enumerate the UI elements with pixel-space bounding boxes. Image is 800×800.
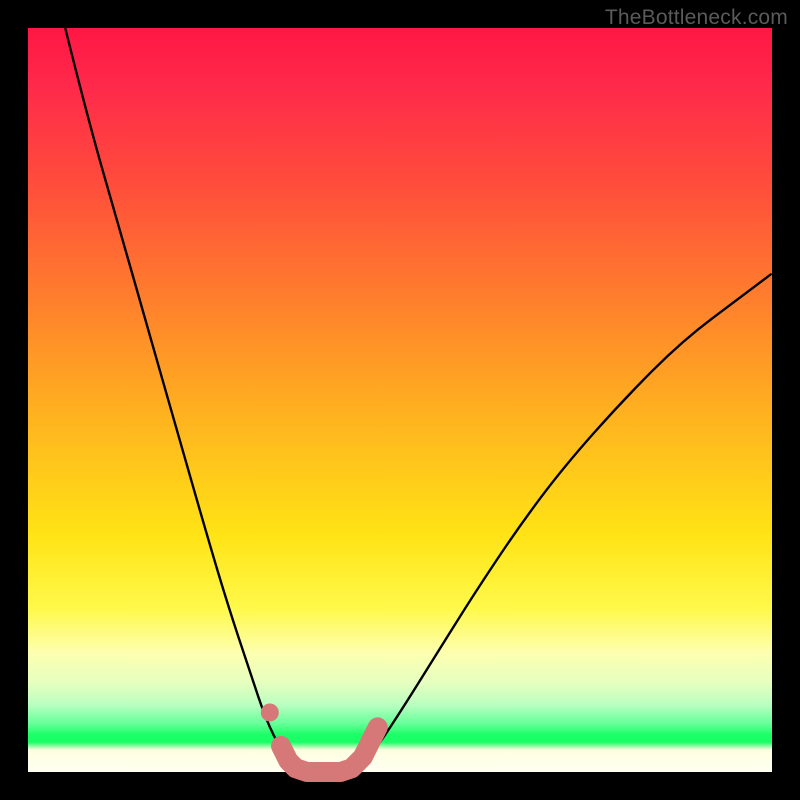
plot-area: [28, 28, 772, 772]
curve-layer: [28, 28, 772, 772]
chart-frame: TheBottleneck.com: [0, 0, 800, 800]
bottleneck-curve: [65, 28, 772, 772]
watermark-text: TheBottleneck.com: [605, 6, 788, 30]
valley-highlight: [281, 727, 378, 772]
highlight-dot-outlier: [261, 704, 279, 722]
